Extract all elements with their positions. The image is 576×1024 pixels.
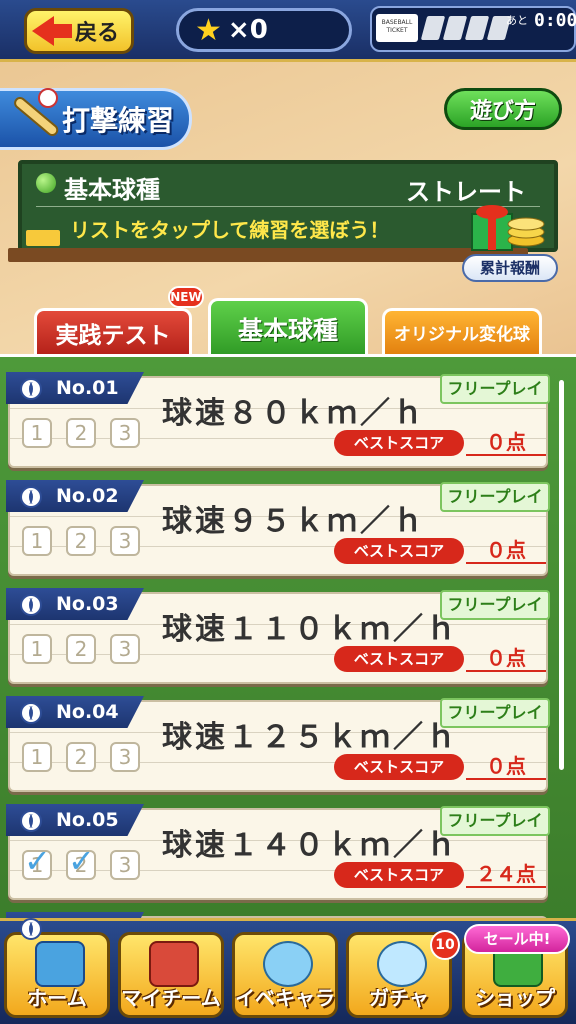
best-score-value: ２４点	[466, 858, 546, 888]
free-play-label: フリープレイ	[440, 590, 550, 620]
free-play-label: フリープレイ	[440, 374, 550, 404]
best-score-value: ０点	[466, 426, 546, 456]
best-score-label: ベストスコア	[334, 862, 464, 888]
stage-box: 2	[66, 526, 96, 556]
practice-item[interactable]: No.01 球速８０ｋｍ／ｈ フリープレイ 1 2 3 ベストスコア ０点	[6, 372, 550, 468]
gacha-icon	[377, 941, 427, 987]
event-chara-icon	[263, 941, 313, 987]
practice-item[interactable]: No.02 球速９５ｋｍ／ｈ フリープレイ 1 2 3 ベストスコア ０点	[6, 480, 550, 576]
star-icon: ★	[195, 12, 222, 48]
tab-basic-pitches[interactable]: 基本球種	[208, 298, 368, 356]
nav-my-team-label: マイチーム	[121, 986, 221, 1010]
stage-box: 1	[22, 742, 52, 772]
back-arrow-icon	[32, 16, 54, 46]
bat-icon	[14, 88, 59, 137]
how-to-play-label: 遊び方	[469, 99, 536, 124]
best-score-label: ベストスコア	[334, 754, 464, 780]
back-arrow-tail	[52, 24, 72, 38]
check-icon: ✓	[68, 842, 95, 880]
best-score-label: ベストスコア	[334, 646, 464, 672]
how-to-play-button[interactable]: 遊び方	[444, 88, 562, 130]
stage-box: 1	[22, 526, 52, 556]
item-number: No.05	[56, 809, 119, 831]
cumulative-reward-button[interactable]: 累計報酬	[462, 254, 558, 282]
page-title-text: 打撃練習	[62, 104, 175, 137]
free-play-label: フリープレイ	[440, 806, 550, 836]
tab-label: 基本球種	[237, 315, 338, 345]
sale-badge: セール中!	[464, 924, 570, 954]
nav-home-label: ホーム	[27, 986, 87, 1010]
baseball-icon	[20, 810, 42, 832]
nav-my-team[interactable]: マイチーム	[118, 932, 224, 1018]
chalk-icon	[26, 230, 60, 246]
nav-event-chara-label: イベキャラ	[235, 986, 335, 1010]
nav-event-chara[interactable]: イベキャラ	[232, 932, 338, 1018]
item-number: No.04	[56, 701, 119, 723]
stage-box: 3	[110, 850, 140, 880]
practice-item[interactable]: No.04 球速１２５ｋｍ／ｈ フリープレイ 1 2 3 ベストスコア ０点	[6, 696, 550, 792]
star-counter: ★ ×0	[176, 8, 352, 52]
ticket-label: BASEBALL TICKET	[381, 19, 413, 34]
stage-box: 2	[66, 742, 96, 772]
best-score-value: ０点	[466, 642, 546, 672]
home-icon	[35, 941, 85, 987]
team-icon	[149, 941, 199, 987]
ticket-icon: BASEBALL TICKET	[376, 14, 418, 42]
stage-box: 2	[66, 418, 96, 448]
time-remaining: 0:00	[534, 10, 576, 31]
baseball-icon	[20, 594, 42, 616]
item-number: No.01	[56, 377, 119, 399]
nav-shop-label: ショップ	[475, 986, 555, 1010]
stage-box: 1	[22, 418, 52, 448]
new-badge: NEW	[168, 286, 204, 308]
scrollbar[interactable]	[559, 380, 564, 770]
category-indicator-icon	[36, 173, 56, 193]
stage-box: 3	[110, 634, 140, 664]
item-speed: 球速１１０ｋｍ／ｈ	[162, 612, 459, 647]
stage-box: 2	[66, 634, 96, 664]
baseball-icon	[20, 486, 42, 508]
best-score-value: ０点	[466, 534, 546, 564]
practice-item[interactable]: No.03 球速１１０ｋｍ／ｈ フリープレイ 1 2 3 ベストスコア ０点	[6, 588, 550, 684]
best-score-value: ０点	[466, 750, 546, 780]
stage-box: 3	[110, 742, 140, 772]
tab-label: 実践テスト	[55, 322, 171, 349]
stage-box: 3	[110, 418, 140, 448]
nav-gacha-label: ガチャ	[369, 986, 429, 1010]
category-name: 基本球種	[64, 176, 160, 204]
gacha-count-badge: 10	[430, 930, 460, 960]
item-speed: 球速１４０ｋｍ／ｈ	[162, 828, 459, 863]
baseball-icon	[20, 378, 42, 400]
stage-box: 1	[22, 634, 52, 664]
tab-label: オリジナル変化球	[394, 325, 530, 345]
stage-box: 3	[110, 526, 140, 556]
remain-label: あと	[506, 14, 528, 27]
item-number: No.03	[56, 593, 119, 615]
practice-item[interactable]: No.05 球速１４０ｋｍ／ｈ フリープレイ 1 ✓ 2 ✓ 3 ベストスコア ２４点	[6, 804, 550, 900]
tab-original-breaking-balls[interactable]: オリジナル変化球	[382, 308, 542, 354]
instruction-text: リストをタップして練習を選ぼう！	[70, 218, 390, 242]
item-number: No.02	[56, 485, 119, 507]
baseball-icon	[20, 702, 42, 724]
check-icon: ✓	[24, 842, 51, 880]
board-shelf	[8, 248, 528, 262]
best-score-label: ベストスコア	[334, 538, 464, 564]
free-play-label: フリープレイ	[440, 698, 550, 728]
baseball-icon	[20, 918, 42, 940]
back-label: 戻る	[74, 21, 119, 46]
item-speed: 球速９５ｋｍ／ｈ	[162, 504, 426, 539]
tab-practice-test[interactable]: 実践テスト	[34, 308, 192, 354]
item-speed: 球速１２５ｋｍ／ｈ	[162, 720, 459, 755]
nav-home[interactable]: ホーム	[4, 932, 110, 1018]
free-play-label: フリープレイ	[440, 482, 550, 512]
best-score-label: ベストスコア	[334, 430, 464, 456]
item-speed: 球速８０ｋｍ／ｈ	[162, 396, 426, 431]
star-count: ×0	[227, 15, 268, 45]
